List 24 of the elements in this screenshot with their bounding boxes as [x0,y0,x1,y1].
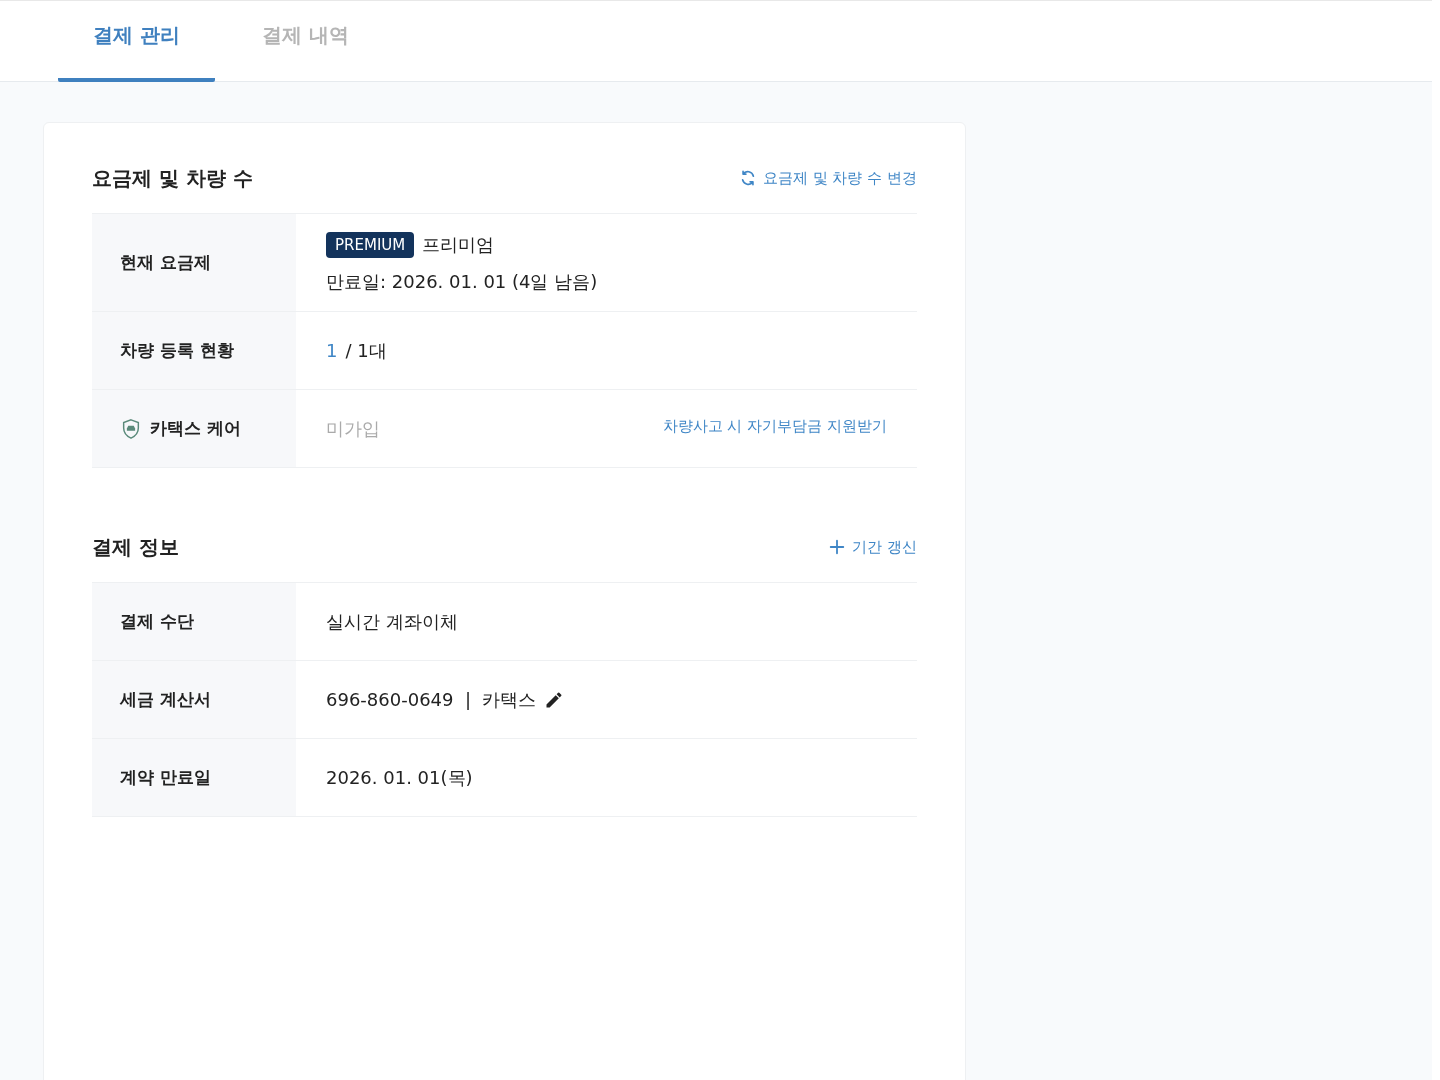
row-label: 차량 등록 현황 [120,339,234,362]
plan-badge: PREMIUM [326,231,415,258]
plus-icon [828,538,847,556]
value-text: 2026. 01. 01(목) [326,765,474,790]
action-link[interactable]: 기간 갱신 [828,537,917,557]
value-text: 실시간 계좌이체 [326,609,459,634]
vehicle-limit: / 1대 [345,338,387,363]
row-label: 계약 만료일 [120,766,211,789]
registered-count: 1 [326,340,338,361]
tab[interactable]: 결제 내역 [227,1,384,82]
section-title: 요금제 및 차량 수 [92,164,253,192]
tab[interactable]: 결제 관리 [58,1,215,82]
action-link[interactable]: 요금제 및 차량 수 변경 [738,168,917,188]
shield-icon [120,417,142,440]
support-link[interactable]: 차량사고 시 자기부담금 지원받기 [662,416,887,441]
status-text: 미가입 [326,416,380,441]
plan-name: 프리미엄 [422,232,495,257]
row-label: 세금 계산서 [120,688,211,711]
row-label: 카택스 케어 [150,417,241,440]
section-title: 결제 정보 [92,533,179,561]
value-text: 696-860-0649 | 카택스 [326,687,537,712]
row-label: 결제 수단 [120,610,194,633]
expiry-text: 만료일: 2026. 01. 01 (4일 남음) [326,269,599,294]
row-label: 현재 요금제 [120,251,211,274]
